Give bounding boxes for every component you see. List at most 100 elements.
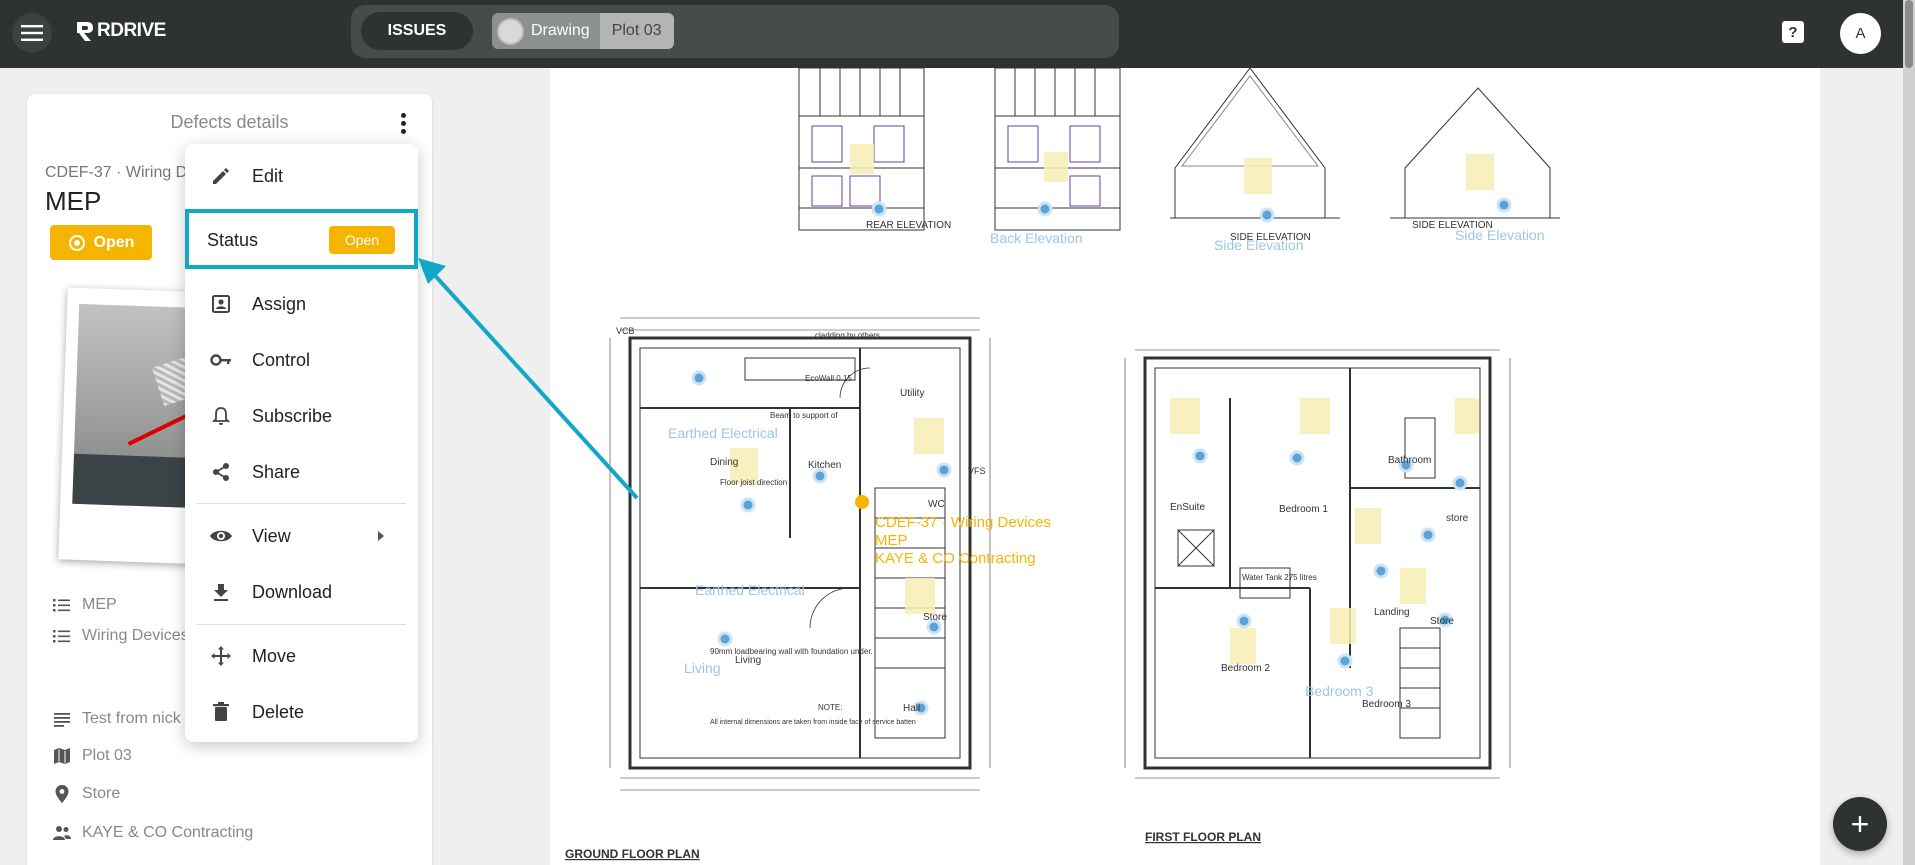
room-bedroom-2: Bedroom 2 [1221, 663, 1270, 674]
bell-icon [208, 403, 234, 429]
room-living: Living [735, 655, 761, 666]
elev-label-rear: REAR ELEVATION [866, 220, 951, 231]
note-ecowall: EcoWall 0.15 [805, 374, 852, 383]
add-button[interactable]: + [1833, 797, 1887, 851]
chevron-right-icon [378, 531, 384, 541]
side-elevation-left [1170, 67, 1340, 219]
menu-divider [197, 624, 406, 625]
move-icon [208, 643, 234, 669]
status-badge-label: Open [93, 233, 135, 251]
share-icon [208, 459, 234, 485]
detail-text: Plot 03 [82, 747, 132, 764]
menu-item-delete[interactable]: Delete [185, 689, 418, 735]
note-floor-joist: Floor joist direction [720, 478, 787, 487]
menu-item-subscribe[interactable]: Subscribe [185, 393, 418, 439]
user-avatar[interactable]: A [1840, 13, 1881, 54]
room-store-first: Store [1430, 616, 1454, 627]
menu-item-share[interactable]: Share [185, 449, 418, 495]
app-logo[interactable]: RDRIVE [75, 20, 166, 42]
top-bar: RDRIVE ISSUES Drawing Plot 03 ? A [0, 0, 1915, 68]
menu-item-label: Status [207, 229, 259, 250]
detail-text: KAYE & CO Contracting [82, 824, 254, 841]
people-icon [53, 826, 71, 840]
drawing-thumbnail [497, 17, 524, 45]
note-beam: Beam to support of [770, 411, 838, 420]
menu-item-label: Edit [252, 165, 284, 186]
ground-floor-title: GROUND FLOOR PLAN [565, 847, 700, 861]
drawing-breadcrumb[interactable]: Drawing [492, 13, 600, 49]
detail-text: Test from nick [82, 710, 181, 727]
logo-text: RDRIVE [97, 20, 166, 41]
issues-button[interactable]: ISSUES [361, 12, 473, 50]
note-water-tank: Water Tank 275 litres [1242, 573, 1317, 582]
floor-plan-drawing: REAR ELEVATION SIDE ELEVATION SIDE ELEVA… [565, 67, 1560, 861]
menu-icon [21, 25, 43, 41]
breadcrumb: ISSUES Drawing Plot 03 [351, 5, 1119, 58]
scrollbar-track[interactable] [1903, 0, 1915, 865]
menu-item-view[interactable]: View [185, 513, 418, 559]
drawing-canvas[interactable]: REAR ELEVATION SIDE ELEVATION SIDE ELEVA… [550, 67, 1820, 865]
pin-label-living: Living [684, 660, 721, 676]
note-vfs: VFS [968, 466, 986, 476]
drawing-label: Drawing [531, 22, 590, 39]
detail-category: MEP [52, 593, 117, 617]
detail-text: Store [82, 785, 121, 802]
room-bedroom-1: Bedroom 1 [1279, 504, 1328, 515]
menu-item-label: Assign [252, 293, 307, 314]
active-defect-line3[interactable]: KAYE & CO Contracting [875, 550, 1036, 567]
room-hall: Hall [903, 703, 920, 714]
defect-options-menu: Edit Status Open Assign Control Subscrib… [185, 144, 418, 742]
detail-description: Test from nick [52, 707, 181, 731]
back-elevation [994, 67, 1121, 231]
room-wc: WC [928, 499, 945, 510]
more-options-icon[interactable] [391, 110, 415, 136]
hamburger-menu-button[interactable] [12, 13, 52, 53]
list-icon [53, 599, 70, 612]
room-bathroom: Bathroom [1388, 455, 1431, 466]
menu-item-status[interactable]: Status Open [185, 217, 418, 263]
list-icon [53, 630, 70, 643]
status-badge[interactable]: Open [50, 225, 152, 260]
menu-item-label: Move [252, 645, 297, 666]
note-loadbearing: 90mm loadbearing wall with foundation un… [710, 647, 873, 656]
menu-item-edit[interactable]: Edit [185, 153, 418, 199]
active-defect-pin[interactable] [855, 495, 869, 509]
help-icon[interactable]: ? [1782, 21, 1804, 43]
menu-item-assign[interactable]: Assign [185, 281, 418, 327]
menu-item-label: View [252, 525, 291, 546]
menu-item-move[interactable]: Move [185, 633, 418, 679]
room-landing: Landing [1374, 607, 1410, 618]
status-open-badge[interactable]: Open [329, 226, 395, 254]
detail-text: MEP [82, 596, 117, 613]
elev-label-side-2b: Side Elevation [1455, 227, 1545, 243]
room-store-upper: store [1446, 513, 1469, 524]
drawing-chip[interactable]: Drawing Plot 03 [492, 13, 674, 49]
defect-title: MEP [45, 186, 102, 216]
room-dining: Dining [710, 457, 738, 468]
text-icon [54, 713, 70, 727]
menu-item-label: Share [252, 461, 301, 482]
pin-label-bedroom-3: Bedroom 3 [1305, 683, 1374, 699]
pin-label-earthed-1: Earthed Electrical [668, 425, 778, 441]
menu-item-label: Delete [252, 701, 305, 722]
eye-icon [208, 523, 234, 549]
location-icon [55, 785, 69, 803]
side-elevation-right [1390, 87, 1560, 219]
pencil-icon [208, 163, 234, 189]
menu-item-label: Control [252, 349, 311, 370]
active-defect-line2[interactable]: MEP [875, 532, 908, 549]
room-ensuite: EnSuite [1170, 502, 1205, 513]
menu-divider [197, 503, 406, 504]
note-cladding: cladding by others [815, 331, 880, 340]
note-dimensions: All internal dimensions are taken from i… [710, 719, 916, 726]
pin-label-earthed-2: Earthed Electrical [695, 582, 805, 598]
map-icon [54, 748, 70, 764]
room-bedroom-3: Bedroom 3 [1362, 699, 1411, 710]
active-defect-line1[interactable]: CDEF-37 · Wiring Devices [875, 514, 1051, 531]
note-heading: NOTE: [818, 703, 842, 712]
plot-breadcrumb[interactable]: Plot 03 [599, 13, 674, 49]
menu-item-download[interactable]: Download [185, 569, 418, 615]
menu-item-control[interactable]: Control [185, 337, 418, 383]
scrollbar-thumb[interactable] [1905, 0, 1913, 68]
room-store-ground: Store [923, 612, 947, 623]
